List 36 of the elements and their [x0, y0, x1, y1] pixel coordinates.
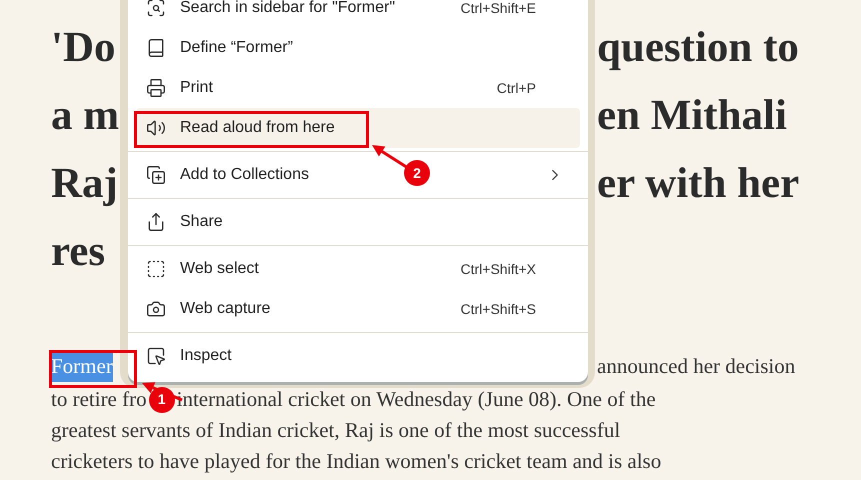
printer-icon: [146, 78, 166, 98]
headline-text: er with her: [597, 159, 800, 209]
cursor-in-square-icon: [146, 346, 166, 366]
headline-text: 'Do: [51, 23, 116, 73]
book-icon: [146, 38, 166, 58]
headline-text: question to: [597, 23, 800, 73]
speaker-icon: [146, 118, 166, 138]
menu-item-label: Web capture: [180, 299, 270, 319]
shortcut-label: Ctrl+P: [496, 78, 536, 98]
share-icon: [146, 212, 166, 232]
paragraph-text: greatest servants of Indian cricket, Raj is one of the most successful: [51, 417, 622, 444]
paragraph-text: announced her decision: [597, 352, 796, 380]
menu-item-label: Define “Former”: [180, 38, 293, 58]
annotation-arrow: [372, 145, 409, 170]
menu-item[interactable]: Read aloud from here: [136, 108, 580, 148]
menu-item-label: Read aloud from here: [180, 118, 335, 138]
dashed-square-icon: [146, 259, 166, 279]
headline-text: en Mithali: [597, 91, 788, 141]
search-icon: [146, 0, 166, 18]
menu-item-label: Print: [180, 78, 213, 98]
menu-item-label: Share: [180, 212, 223, 232]
headline-text: res: [51, 227, 106, 277]
shortcut-label: Ctrl+Shift+S: [460, 300, 536, 318]
paragraph-text: cricketers to have played for the Indian women's cricket team and is also: [51, 448, 662, 475]
camera-icon: [146, 299, 166, 319]
copy-plus-icon: [146, 165, 166, 185]
menu-item-label: Search in sidebar for "Former": [180, 0, 395, 18]
paragraph-text: to retire fro: [51, 386, 147, 413]
shortcut-label: Ctrl+Shift+X: [460, 260, 536, 278]
headline-text: a m: [51, 91, 120, 141]
menu-item-label: Web select: [180, 259, 259, 279]
paragraph-text: international cricket on Wednesday (June 08). One of the: [176, 386, 656, 413]
shortcut-label: Ctrl+Shift+E: [460, 0, 536, 18]
menu-item-label: Add to Collections: [180, 165, 309, 185]
headline-text: Raj: [51, 159, 119, 209]
menu-item-label: Inspect: [180, 346, 232, 366]
